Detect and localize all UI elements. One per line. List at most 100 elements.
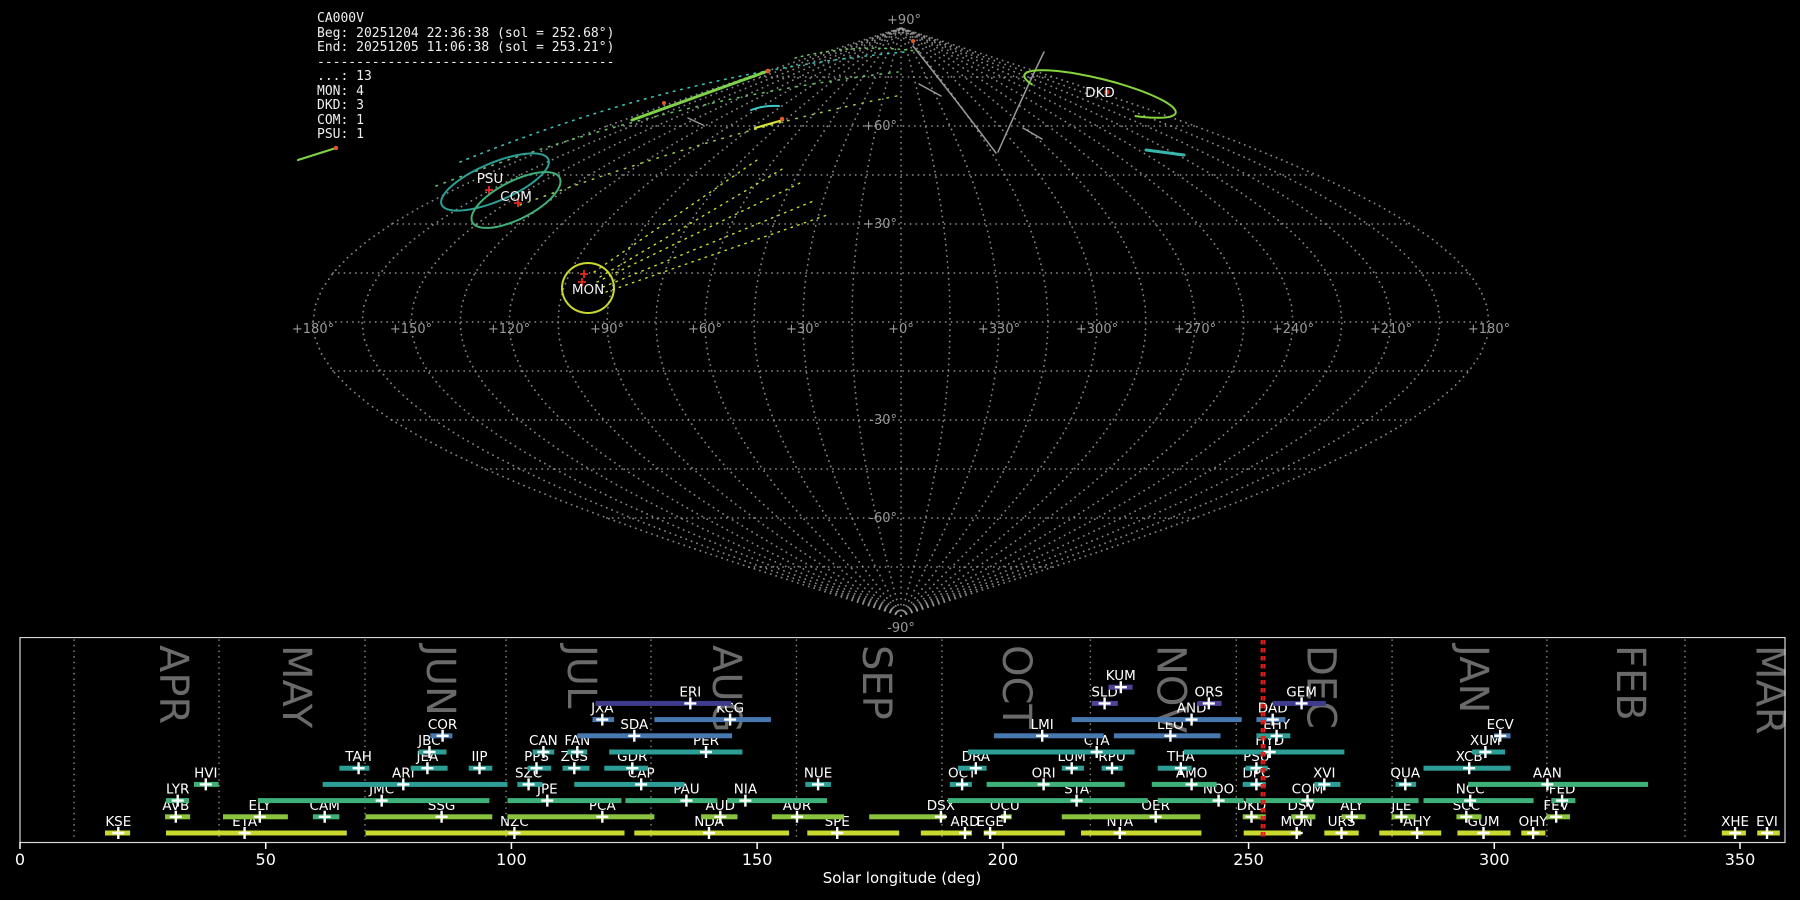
shower-code-label: OHY: [1519, 814, 1549, 830]
shower-activity-bar: [365, 814, 493, 820]
shower-IIP: IIP: [468, 749, 493, 775]
map-lat-label: -30°: [869, 413, 897, 428]
shower-ORS: ORS: [1195, 684, 1224, 710]
shower-activity-bar: [654, 717, 771, 723]
shower-code-label: IIP: [471, 749, 487, 765]
shower-activity-bar: [1151, 781, 1217, 787]
shower-code-label: XHE: [1721, 814, 1749, 830]
map-lon-label: +300°: [1076, 322, 1118, 337]
shower-code-label: ERI: [679, 684, 701, 700]
shower-activity-bar: [1379, 830, 1442, 836]
meteor-monitor-page: CA000V Beg: 20251204 22:36:38 (sol = 252…: [0, 0, 1800, 900]
gray-drift-lines: [687, 45, 1045, 154]
shower-code-label: NIA: [734, 782, 758, 798]
camera-session-info: CA000V Beg: 20251204 22:36:38 (sol = 252…: [317, 11, 615, 142]
shower-QUA: QUA: [1390, 765, 1421, 791]
shower-code-label: KUM: [1106, 668, 1136, 684]
shower-code-label: NUE: [804, 765, 833, 781]
month-label: MAY: [273, 645, 319, 729]
map-lat-label: -90°: [887, 621, 915, 636]
month-label: FEB: [1607, 645, 1653, 721]
shower-activity-bar: [1468, 781, 1649, 787]
meteor-streak-green-short: [296, 146, 338, 162]
shower-LYR: LYR: [166, 782, 189, 807]
shower-activity-bar: [1081, 830, 1202, 836]
month-label: APR: [150, 645, 196, 724]
map-lon-label: +60°: [688, 322, 722, 337]
shower-activity-bar: [322, 781, 508, 787]
grid-meridian: [606, 27, 902, 617]
shower-code-label: TAH: [344, 749, 372, 765]
shower-code-label: ORS: [1195, 684, 1224, 700]
map-lat-label: +90°: [887, 13, 921, 28]
map-lon-label: +120°: [488, 322, 530, 337]
map-lat-label: -60°: [869, 511, 897, 526]
meteor-streak-teal-right: [1144, 148, 1186, 157]
shower-XHE: XHE: [1721, 814, 1749, 839]
map-lon-label: +0°: [888, 322, 914, 337]
map-lon-label: +240°: [1272, 322, 1314, 337]
shower-activity-bar: [625, 798, 718, 804]
shower-code-label: SDA: [620, 717, 649, 733]
shower-KUM: KUM: [1106, 668, 1136, 694]
map-lon-label: +150°: [390, 322, 432, 337]
shower-code-label: XVI: [1313, 765, 1335, 781]
month-label: SEP: [853, 645, 899, 720]
map-lon-label: +90°: [590, 322, 624, 337]
shower-activity-bar: [994, 733, 1104, 739]
map-lon-label: +180°: [292, 322, 334, 337]
shower-TAH: TAH: [339, 749, 372, 775]
radiant-label: DKD: [1085, 85, 1115, 101]
shower-activity-bar: [986, 781, 1125, 787]
shower-activity-bar: [577, 733, 733, 739]
month-label: JUN: [417, 642, 463, 716]
shower-activity-bar: [1071, 717, 1242, 723]
shower-activity-bar: [507, 814, 655, 820]
shower-EGE: EGE: [976, 814, 1065, 839]
map-lon-label: +270°: [1174, 322, 1216, 337]
shower-activity-bar: [604, 765, 648, 771]
shower-HVI: HVI: [194, 765, 219, 791]
x-axis-title: Solar longitude (deg): [823, 869, 981, 887]
shower-activity-bar: [365, 830, 625, 836]
map-lat-label: +60°: [863, 119, 897, 134]
radiant-cross-marker: [580, 270, 588, 278]
shower-code-label: ECV: [1487, 717, 1515, 733]
shower-activity-bar: [595, 700, 732, 706]
shower-activity-bar: [947, 798, 1148, 804]
shower-code-label: COR: [428, 717, 457, 733]
x-axis-tick-label: 0: [15, 850, 25, 869]
x-axis-tick-label: 100: [496, 850, 527, 869]
x-axis-tick-label: 50: [256, 850, 276, 869]
radiant-MON: MON: [560, 261, 616, 315]
x-axis-tick-label: 150: [742, 850, 773, 869]
shower-activity-bar: [574, 781, 685, 787]
shower-XVI: XVI: [1313, 765, 1341, 791]
map-lon-label: +180°: [1468, 322, 1510, 337]
shower-code-label: ORI: [1032, 765, 1056, 781]
shower-DSX: DSX: [869, 798, 955, 823]
shower-code-label: ARD: [950, 814, 979, 830]
month-label: JAN: [1450, 642, 1496, 713]
shower-code-label: HVI: [194, 765, 217, 781]
map-lon-label: +30°: [786, 322, 820, 337]
shower-COR: COR: [428, 717, 457, 742]
shower-CAN: CAN: [529, 733, 558, 758]
meteor-streak-cyan: [750, 104, 780, 111]
shower-activity-bar: [807, 830, 900, 836]
shower-code-label: LMI: [1031, 717, 1054, 733]
sky-map-plot: +180° +150° +120° +90° +60° +30° +0° +330° +300°…: [292, 13, 1510, 636]
radiant-DKD: DKD: [1023, 69, 1177, 119]
radiant-label: COM: [500, 189, 532, 205]
shower-activity-bar: [507, 798, 622, 804]
radiant-label: MON: [572, 282, 604, 298]
shower-OHY: OHY: [1519, 814, 1549, 839]
month-label: JUL: [558, 642, 604, 709]
x-axis-tick-label: 300: [1479, 850, 1510, 869]
shower-code-label: QUA: [1390, 765, 1421, 781]
shower-code-label: LYR: [166, 782, 189, 798]
shower-activity-bar: [869, 814, 946, 820]
month-label: MAR: [1747, 645, 1793, 735]
x-axis-tick-label: 250: [1233, 850, 1264, 869]
shower-activity-bar: [968, 749, 1135, 755]
